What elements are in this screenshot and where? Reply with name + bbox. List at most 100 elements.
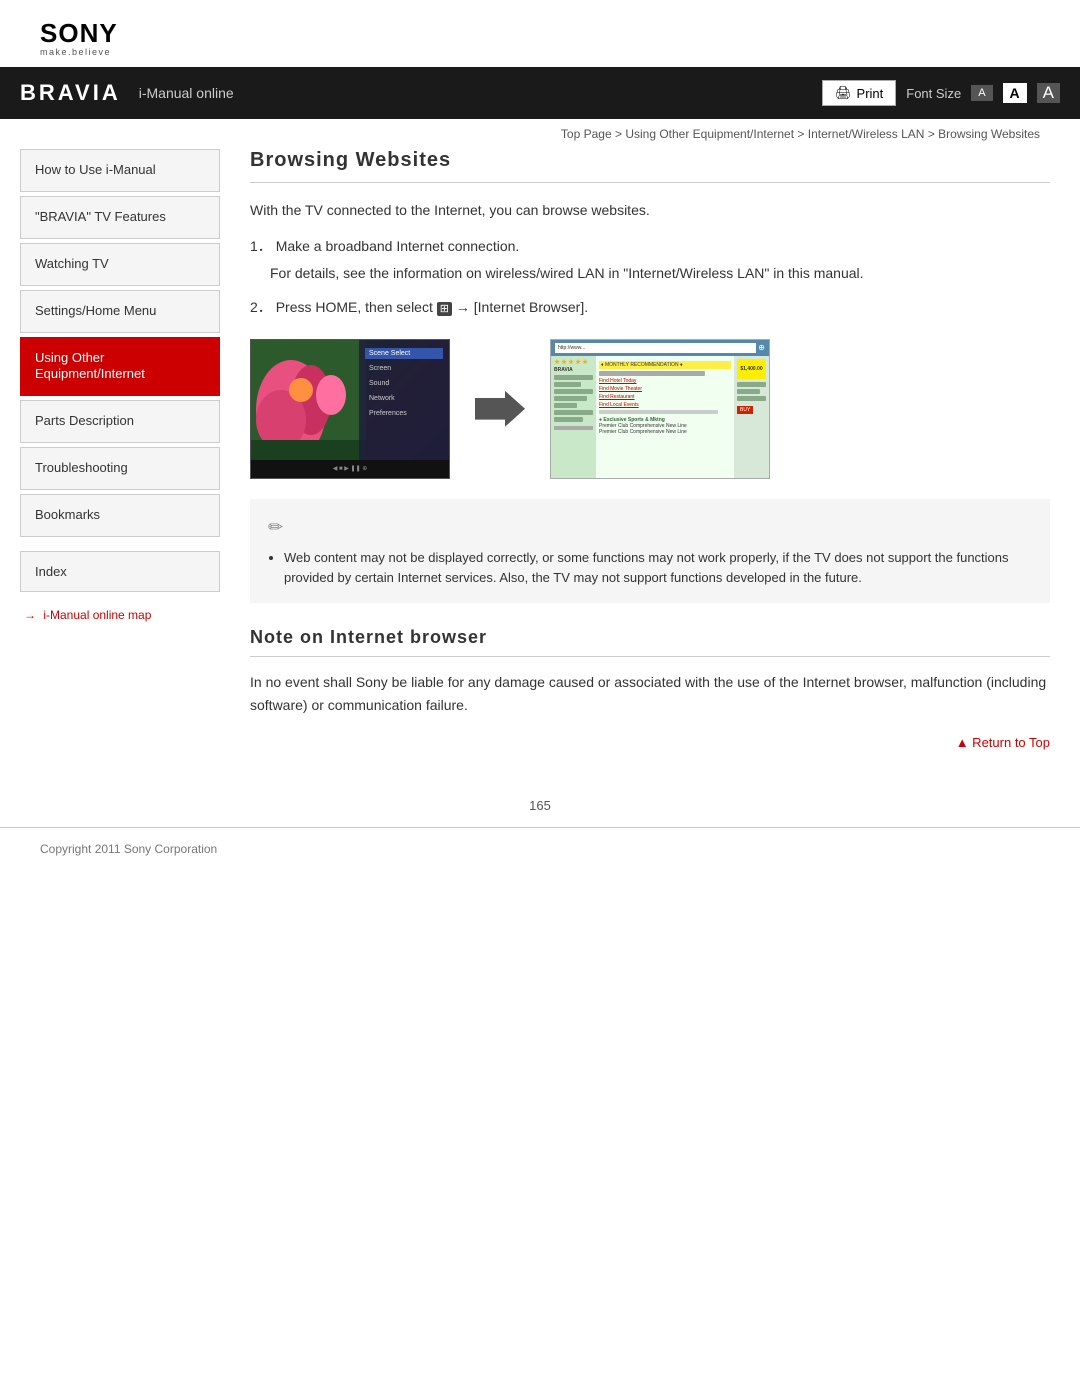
- breadcrumb-top-page[interactable]: Top Page: [561, 127, 612, 141]
- step1-detail: For details, see the information on wire…: [270, 262, 1050, 284]
- nav-controls: 🖨 Print Font Size A A A: [822, 80, 1060, 106]
- font-large-button[interactable]: A: [1037, 83, 1060, 103]
- sidebar-item-label: Parts Description: [35, 413, 134, 428]
- section2-title: Note on Internet browser: [250, 627, 1050, 657]
- breadcrumb-sep1: >: [615, 127, 625, 141]
- browser-main: ♦ MONTHLY RECOMMENDATION ♦ Find Hotel To…: [596, 356, 734, 479]
- sidebar-item-using-other[interactable]: Using Other Equipment/Internet: [20, 337, 220, 397]
- browser-section-line: Premier Club Comprehensive New Line: [599, 429, 731, 435]
- page-number-text: 165: [529, 798, 551, 813]
- sidebar-item-bravia-features[interactable]: "BRAVIA" TV Features: [20, 196, 220, 239]
- arrow-forward-icon: [470, 391, 530, 427]
- tv-menu-overlay: Scene Select Screen Sound Network Prefer…: [359, 340, 449, 478]
- font-medium-button[interactable]: A: [1003, 83, 1027, 103]
- copyright-text: Copyright 2011 Sony Corporation: [40, 842, 217, 856]
- arrow-shape: [475, 391, 525, 427]
- sidebar-item-watching-tv[interactable]: Watching TV: [20, 243, 220, 286]
- page-title: Browsing Websites: [250, 149, 1050, 183]
- browser-line: [599, 371, 705, 376]
- nav-bar: BRAVIA i-Manual online 🖨 Print Font Size…: [0, 67, 1080, 119]
- sidebar-item-troubleshooting[interactable]: Troubleshooting: [20, 447, 220, 490]
- breadcrumb-sep3: >: [928, 127, 938, 141]
- browser-nav-item: [554, 389, 593, 394]
- print-label: Print: [857, 86, 884, 101]
- step-1: 1． Make a broadband Internet connection.…: [250, 235, 1050, 284]
- sidebar-map-link-container: → i-Manual online map: [20, 606, 220, 622]
- sidebar-item-label: Watching TV: [35, 256, 109, 271]
- browser-sidebar-item: [737, 396, 766, 401]
- browser-ad-banner: $1,400.00: [737, 359, 766, 379]
- browser-nav-item: [554, 417, 583, 422]
- print-button[interactable]: 🖨 Print: [822, 80, 896, 106]
- breadcrumb-current: Browsing Websites: [938, 127, 1040, 141]
- tv-menu-item: Screen: [365, 363, 443, 374]
- browser-stars: [554, 359, 593, 365]
- star-icon: [582, 359, 588, 365]
- browser-link: Find Restaurant: [599, 394, 731, 400]
- sony-tagline: make.believe: [40, 47, 111, 57]
- note-item: Web content may not be displayed correct…: [284, 548, 1032, 590]
- note-pencil-icon: ✏: [268, 513, 1032, 542]
- section2-text: In no event shall Sony be liable for any…: [250, 671, 1050, 716]
- note-box: ✏ Web content may not be displayed corre…: [250, 499, 1050, 603]
- sidebar: How to Use i-Manual "BRAVIA" TV Features…: [20, 149, 220, 768]
- sidebar-item-index[interactable]: Index: [20, 551, 220, 592]
- return-to-top-link[interactable]: ▲ Return to Top: [956, 735, 1050, 750]
- sidebar-item-label: How to Use i-Manual: [35, 162, 156, 177]
- note-list: Web content may not be displayed correct…: [284, 548, 1032, 590]
- browser-red-button: BUY: [737, 406, 753, 414]
- breadcrumb-link1[interactable]: Using Other Equipment/Internet: [625, 127, 794, 141]
- sidebar-item-label: Using Other Equipment/Internet: [35, 350, 145, 382]
- sidebar-item-parts[interactable]: Parts Description: [20, 400, 220, 443]
- browser-nav-item: [554, 396, 587, 401]
- browser-screenshot: http://www... ⊕ BRAVIA: [550, 339, 770, 479]
- page-header: SONY make.believe: [0, 0, 1080, 67]
- page-footer: Copyright 2011 Sony Corporation: [0, 827, 1080, 870]
- breadcrumb-link2[interactable]: Internet/Wireless LAN: [808, 127, 925, 141]
- tv-menu-item: Scene Select: [365, 348, 443, 359]
- browser-url-text: [554, 426, 593, 430]
- browser-url-bar: http://www...: [555, 343, 756, 353]
- browser-nav-item: [554, 403, 577, 408]
- tv-screenshot-inner: Scene Select Screen Sound Network Prefer…: [251, 340, 449, 478]
- browser-bravia-label: BRAVIA: [554, 367, 593, 373]
- sidebar-item-label: Bookmarks: [35, 507, 100, 522]
- browser-line: [599, 410, 718, 414]
- browser-nav-item: [554, 375, 593, 380]
- sidebar-item-label: Settings/Home Menu: [35, 303, 156, 318]
- tv-menu-item: Sound: [365, 378, 443, 389]
- tv-screenshot: Scene Select Screen Sound Network Prefer…: [250, 339, 450, 479]
- star-icon: [575, 359, 581, 365]
- browser-nav-item: [554, 410, 593, 415]
- sidebar-item-bookmarks[interactable]: Bookmarks: [20, 494, 220, 537]
- printer-icon: 🖨: [835, 85, 852, 101]
- browser-recommendation: ♦ MONTHLY RECOMMENDATION ♦: [599, 361, 731, 369]
- sidebar-item-how-to-use[interactable]: How to Use i-Manual: [20, 149, 220, 192]
- tv-bottom-bar: ◀ ■ ▶ ❚❚ ⊕: [251, 460, 449, 478]
- nav-bar-title: i-Manual online: [139, 85, 822, 101]
- tv-background-image: [251, 340, 366, 479]
- browser-nav-item: [554, 382, 581, 387]
- step2-num: 2．: [250, 299, 272, 315]
- tv-menu-item: Preferences: [365, 408, 443, 419]
- sidebar-map-link[interactable]: → i-Manual online map: [20, 608, 151, 622]
- browser-sidebar-item: [737, 389, 760, 394]
- font-size-label: Font Size: [906, 86, 961, 101]
- step2-text: Press HOME, then select ⊞ → [Internet Br…: [276, 299, 588, 315]
- main-layout: How to Use i-Manual "BRAVIA" TV Features…: [0, 149, 1080, 788]
- bravia-logo: BRAVIA: [20, 80, 121, 106]
- star-icon: [561, 359, 567, 365]
- arrow-right-icon: →: [24, 608, 36, 622]
- font-small-button[interactable]: A: [971, 85, 992, 101]
- sony-logo: SONY make.believe: [40, 18, 1040, 57]
- sidebar-index-label: Index: [35, 564, 67, 579]
- intro-text: With the TV connected to the Internet, y…: [250, 199, 1050, 221]
- images-row: Scene Select Screen Sound Network Prefer…: [250, 339, 1050, 479]
- tv-status-bar: ◀ ■ ▶ ❚❚ ⊕: [333, 465, 368, 472]
- browser-sidebar-item: [737, 382, 766, 387]
- star-icon: [568, 359, 574, 365]
- star-icon: [554, 359, 560, 365]
- browser-sidebar-left: BRAVIA: [551, 356, 596, 479]
- sidebar-item-settings[interactable]: Settings/Home Menu: [20, 290, 220, 333]
- browser-content: BRAVIA ♦ MONTHLY RECOMM: [551, 356, 769, 479]
